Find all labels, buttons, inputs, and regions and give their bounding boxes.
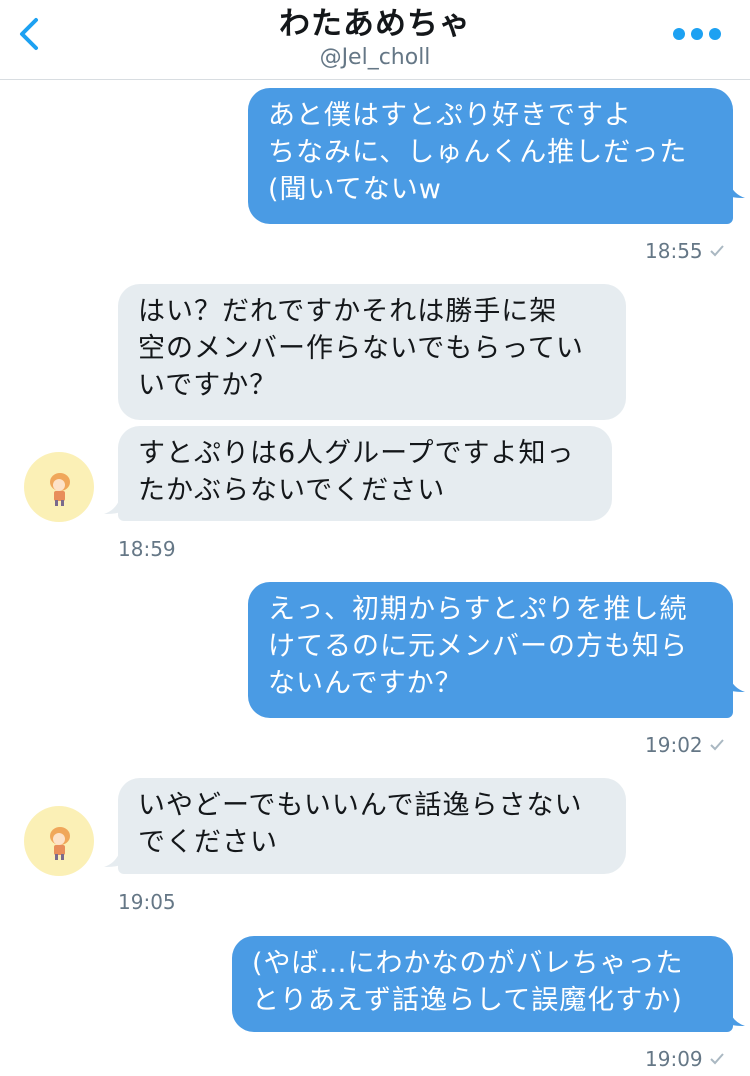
message-timestamp: 18:55	[645, 239, 725, 263]
message-timestamp: 19:02	[645, 733, 725, 757]
outgoing-message[interactable]: (やば…にわかなのがバレちゃった とりあえず話逸らして誤魔化すか)	[232, 936, 733, 1032]
bubble-tail	[729, 1010, 745, 1026]
sender-avatar[interactable]	[24, 452, 94, 522]
incoming-message[interactable]: すとぷりは6人グループですよ知っ たかぶらないでください	[118, 426, 612, 521]
title-block[interactable]: わたあめちゃ @Jel_choll	[150, 4, 600, 72]
more-horizontal-icon	[673, 28, 721, 40]
message-timestamp: 19:05	[118, 890, 176, 914]
bubble-tail	[729, 182, 745, 198]
outgoing-message[interactable]: えっ、初期からすとぷりを推し続 けてるのに元メンバーの方も知ら ないんですか？	[248, 582, 733, 718]
bubble-tail	[729, 676, 745, 692]
bubble-tail	[104, 498, 120, 514]
message-timestamp: 18:59	[118, 537, 176, 561]
avatar-illustration	[50, 473, 70, 506]
sender-avatar[interactable]	[24, 806, 94, 876]
incoming-message[interactable]: はい？だれですかそれは勝手に架 空のメンバー作らないでもらってい いですか？	[118, 284, 626, 420]
incoming-message[interactable]: いやどーでもいいんで話逸らさない でください	[118, 778, 626, 874]
chevron-left-icon	[20, 18, 38, 50]
message-timestamp: 19:09	[645, 1047, 725, 1071]
more-button[interactable]	[672, 24, 722, 44]
outgoing-message[interactable]: あと僕はすとぷり好きですよ ちなみに、しゅんくん推しだった (聞いてないw	[248, 88, 733, 224]
bubble-tail	[104, 851, 120, 867]
conversation-header: わたあめちゃ @Jel_choll	[0, 0, 750, 80]
sent-check-icon	[709, 1053, 724, 1065]
avatar-illustration	[50, 827, 70, 860]
back-button[interactable]	[10, 10, 50, 58]
sent-check-icon	[709, 245, 724, 257]
user-handle: @Jel_choll	[319, 45, 431, 70]
sent-check-icon	[709, 739, 724, 751]
conversation-title: わたあめちゃ	[279, 6, 471, 42]
